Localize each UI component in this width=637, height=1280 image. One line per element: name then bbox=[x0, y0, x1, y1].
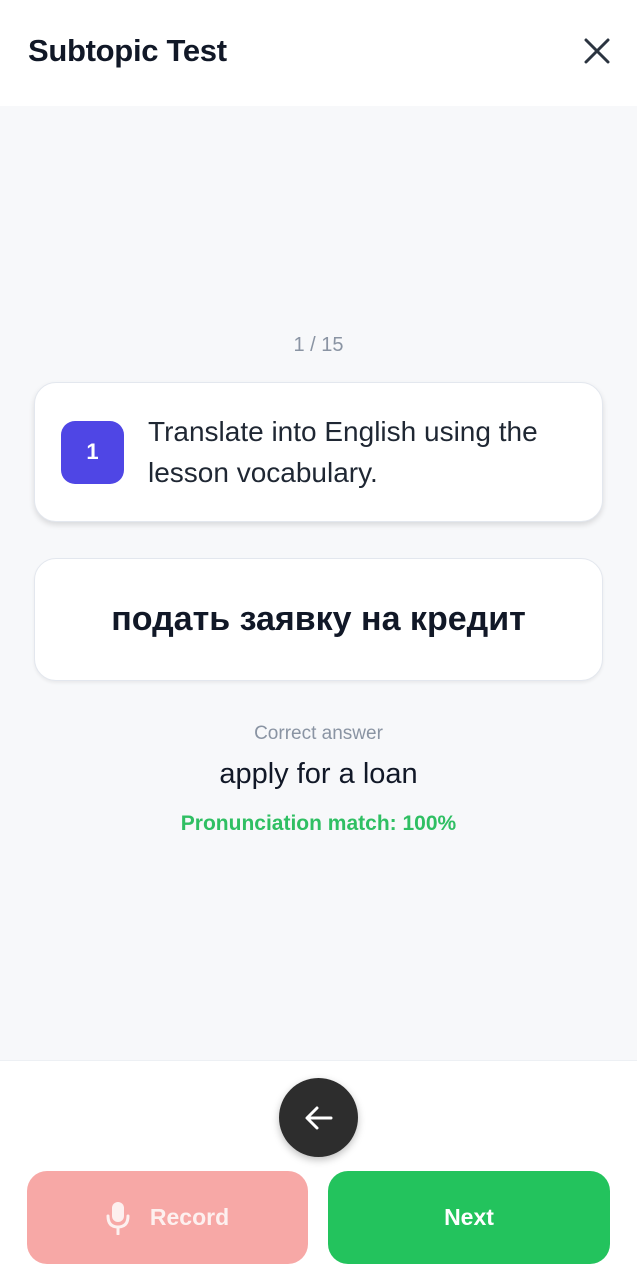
record-button-label: Record bbox=[149, 1204, 230, 1230]
correct-answer-text: apply for a loan bbox=[219, 758, 418, 790]
footer-bar: Record Next bbox=[0, 1060, 637, 1280]
microphone-icon bbox=[106, 1201, 130, 1235]
close-button[interactable] bbox=[577, 31, 617, 71]
pronunciation-match: Pronunciation match: 100% bbox=[180, 812, 457, 835]
arrow-left-icon bbox=[305, 1106, 332, 1129]
question-prompt: Translate into English using the lesson … bbox=[148, 416, 538, 488]
page-title: Subtopic Test bbox=[28, 33, 227, 68]
test-content: 1 / 15 1 Translate into English using th… bbox=[0, 106, 637, 1060]
next-button-label: Next bbox=[444, 1204, 494, 1230]
correct-answer-label: Correct answer bbox=[254, 723, 383, 744]
record-button[interactable]: Record bbox=[27, 1171, 308, 1264]
header-bar: Subtopic Test bbox=[0, 0, 637, 106]
back-button[interactable] bbox=[279, 1078, 358, 1157]
question-card: 1 Translate into English using the lesso… bbox=[34, 382, 603, 522]
phrase-card: подать заявку на кредит bbox=[34, 558, 603, 681]
question-counter: 1 / 15 bbox=[293, 334, 344, 356]
app-screen: Subtopic Test 1 / 15 1 Translate into En… bbox=[0, 0, 637, 1280]
question-number-badge: 1 bbox=[61, 420, 124, 484]
source-phrase: подать заявку на кредит bbox=[111, 600, 526, 638]
close-icon bbox=[584, 38, 610, 64]
next-button[interactable]: Next bbox=[328, 1171, 610, 1264]
